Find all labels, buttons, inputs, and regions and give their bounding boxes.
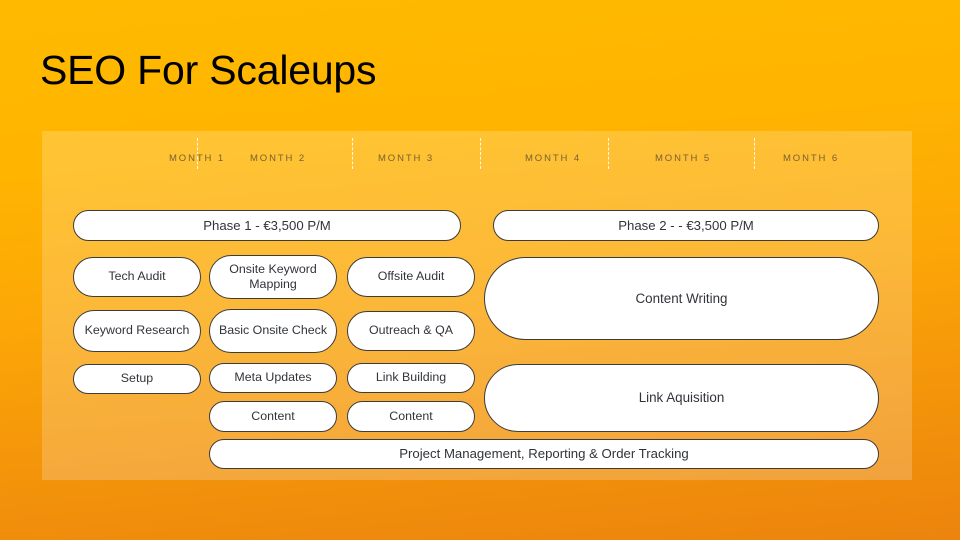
month-label-3: MONTH 3 bbox=[377, 153, 435, 164]
page-title: SEO For Scaleups bbox=[40, 47, 377, 93]
task-pill-link-building[interactable]: Link Building bbox=[347, 363, 475, 393]
task-pill-outreach-qa[interactable]: Outreach & QA bbox=[347, 311, 475, 351]
task-pill-content-month2[interactable]: Content bbox=[209, 401, 337, 432]
month-header-row: MONTH 1 MONTH 2 MONTH 3 MONTH 4 MONTH 5 … bbox=[42, 131, 912, 189]
slide-canvas: SEO For Scaleups MONTH 1 MONTH 2 MONTH 3… bbox=[0, 0, 960, 540]
timeline-panel: MONTH 1 MONTH 2 MONTH 3 MONTH 4 MONTH 5 … bbox=[42, 131, 912, 480]
task-pill-content-month3[interactable]: Content bbox=[347, 401, 475, 432]
task-pill-basic-onsite-check[interactable]: Basic Onsite Check bbox=[209, 309, 337, 353]
task-pill-offsite-audit[interactable]: Offsite Audit bbox=[347, 257, 475, 297]
task-pill-tech-audit[interactable]: Tech Audit bbox=[73, 257, 201, 297]
task-pill-meta-updates[interactable]: Meta Updates bbox=[209, 363, 337, 393]
task-pill-onsite-keyword-mapping[interactable]: Onsite Keyword Mapping bbox=[209, 255, 337, 299]
footer-bar-project-management[interactable]: Project Management, Reporting & Order Tr… bbox=[209, 439, 879, 469]
task-pill-content-writing[interactable]: Content Writing bbox=[484, 257, 879, 340]
month-label-6: MONTH 6 bbox=[782, 153, 840, 164]
task-pill-setup[interactable]: Setup bbox=[73, 364, 201, 394]
phase-2-bar[interactable]: Phase 2 - - €3,500 P/M bbox=[493, 210, 879, 241]
phase-1-bar[interactable]: Phase 1 - €3,500 P/M bbox=[73, 210, 461, 241]
task-pill-keyword-research[interactable]: Keyword Research bbox=[73, 310, 201, 352]
task-pill-link-aquisition[interactable]: Link Aquisition bbox=[484, 364, 879, 432]
